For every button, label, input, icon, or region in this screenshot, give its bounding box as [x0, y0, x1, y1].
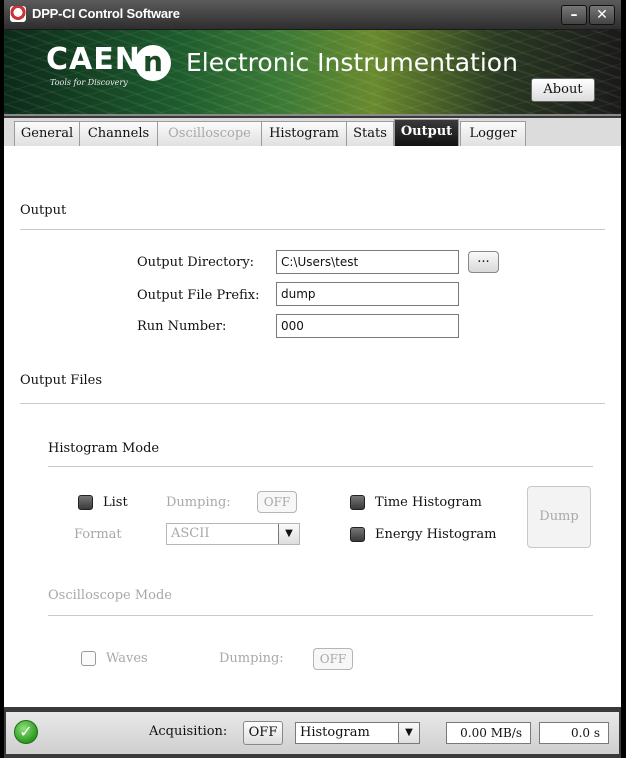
minimize-button[interactable]: –: [561, 5, 587, 25]
data-rate-readout: 0.00 MB/s: [446, 722, 531, 744]
waves-label: Waves: [106, 651, 148, 666]
format-label: Format: [74, 527, 122, 542]
about-button[interactable]: About: [531, 78, 595, 102]
tab-bar: General Channels Oscilloscope Histogram …: [4, 118, 621, 146]
tab-histogram[interactable]: Histogram: [261, 121, 347, 146]
osc-dumping-label: Dumping:: [219, 651, 284, 666]
elapsed-time-readout: 0.0 s: [539, 722, 609, 744]
energy-histogram-toggle-led[interactable]: [350, 527, 365, 542]
list-label: List: [103, 495, 128, 510]
caen-tagline: Tools for Discovery: [50, 78, 128, 87]
acquisition-mode-select[interactable]: Histogram ▼: [295, 722, 420, 744]
divider: [48, 466, 593, 467]
acquisition-toggle-button[interactable]: OFF: [243, 721, 283, 745]
caen-logo: CAEN: [46, 42, 141, 77]
app-icon: [10, 6, 26, 22]
histogram-mode-title: Histogram Mode: [48, 441, 160, 456]
list-toggle-led[interactable]: [78, 495, 93, 510]
divider: [20, 229, 605, 230]
acquisition-label: Acquisition:: [149, 724, 228, 739]
format-select-value: ASCII: [171, 526, 210, 541]
divider: [48, 615, 593, 616]
run-number-field[interactable]: 000: [276, 314, 459, 338]
chevron-down-icon: ▼: [278, 524, 299, 544]
app-window: DPP-CI Control Software – ✕ CAEN Tools f…: [4, 0, 621, 758]
run-number-label: Run Number:: [137, 319, 227, 334]
tab-logger[interactable]: Logger: [460, 121, 526, 146]
divider: [20, 403, 605, 404]
time-histogram-label: Time Histogram: [375, 495, 482, 510]
output-prefix-label: Output File Prefix:: [137, 288, 260, 303]
dump-button[interactable]: Dump: [527, 486, 591, 548]
output-prefix-field[interactable]: dump: [276, 282, 459, 306]
waves-checkbox[interactable]: [81, 651, 96, 666]
output-panel: Output Output Directory: C:\Users\test .…: [4, 146, 621, 707]
window-title: DPP-CI Control Software: [32, 6, 180, 21]
status-bar-inner: ✓ Acquisition: OFF Histogram ▼ 0.00 MB/s…: [6, 712, 619, 754]
osc-dumping-toggle[interactable]: OFF: [313, 648, 353, 670]
format-select[interactable]: ASCII ▼: [166, 523, 300, 545]
output-directory-field[interactable]: C:\Users\test: [276, 250, 459, 274]
tab-general[interactable]: General: [14, 121, 80, 146]
chevron-down-icon: ▼: [398, 723, 419, 743]
output-directory-label: Output Directory:: [137, 255, 255, 270]
tab-channels[interactable]: Channels: [79, 121, 158, 146]
tab-stats[interactable]: Stats: [346, 121, 394, 146]
status-bar: ✓ Acquisition: OFF Histogram ▼ 0.00 MB/s…: [4, 707, 621, 758]
caen-n-logo-icon: n: [135, 45, 171, 81]
header-banner: CAEN Tools for Discovery n Electronic In…: [4, 30, 621, 116]
banner-title: Electronic Instrumentation: [186, 48, 518, 77]
title-bar: DPP-CI Control Software – ✕: [4, 0, 621, 30]
browse-button[interactable]: ...: [468, 251, 499, 273]
hist-dumping-label: Dumping:: [166, 495, 231, 510]
output-section-title: Output: [20, 203, 67, 218]
hist-dumping-toggle[interactable]: OFF: [257, 491, 297, 513]
output-files-section-title: Output Files: [20, 373, 103, 388]
status-ok-icon: ✓: [14, 720, 38, 744]
minimize-icon: –: [570, 7, 578, 23]
acquisition-mode-value: Histogram: [300, 725, 370, 740]
close-button[interactable]: ✕: [589, 5, 615, 25]
tab-oscilloscope[interactable]: Oscilloscope: [157, 121, 262, 146]
oscilloscope-mode-title: Oscilloscope Mode: [48, 588, 172, 603]
tab-output[interactable]: Output: [394, 119, 459, 146]
close-icon: ✕: [596, 7, 608, 23]
time-histogram-toggle-led[interactable]: [350, 495, 365, 510]
energy-histogram-label: Energy Histogram: [375, 527, 497, 542]
